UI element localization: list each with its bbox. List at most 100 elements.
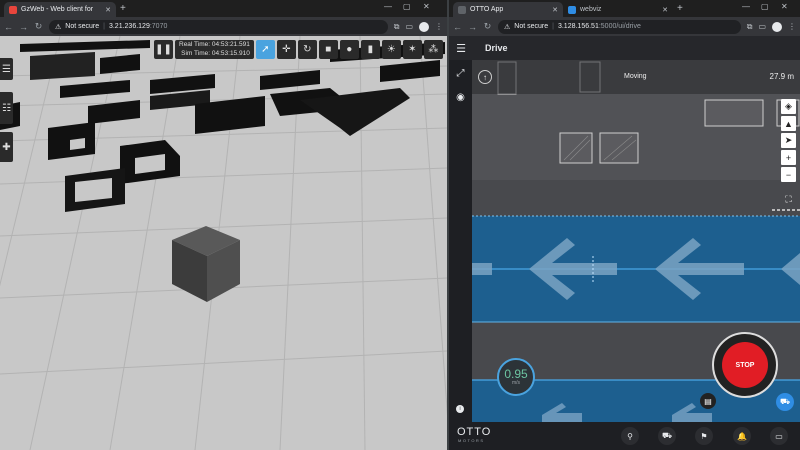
tab-title: OTTO App	[470, 6, 504, 13]
otto-logo-sub: MOTORS	[458, 438, 485, 443]
remaining-distance: 27.9 m	[769, 72, 794, 81]
robot-icon[interactable]: ⛟	[658, 427, 676, 445]
kebab-menu-icon[interactable]: ⋮	[788, 22, 796, 31]
forward-icon[interactable]: →	[468, 22, 477, 32]
tab-title: GzWeb - Web client for	[21, 6, 94, 13]
cast-icon[interactable]: ▭	[758, 22, 766, 31]
mission-log-icon[interactable]: ▤	[700, 393, 716, 409]
drive-map[interactable]: ↑ Moving 27.9 m ◈ ▲ ➤ + − ⛶ 0.95 m/s STO…	[472, 60, 800, 428]
stop-button[interactable]: STOP	[722, 342, 768, 388]
new-tab-button[interactable]: +	[677, 3, 683, 15]
right-address-row: ← → ↻ ⚠ Not secure | 3.128.156.51:5000/u…	[449, 17, 800, 36]
hamburger-menu-icon[interactable]: ☰	[449, 42, 473, 55]
kebab-menu-icon[interactable]: ⋮	[435, 22, 443, 31]
close-tab-icon[interactable]: ✕	[105, 6, 111, 14]
right-address-bar[interactable]: ⚠ Not secure | 3.128.156.51:5000/ui/driv…	[498, 19, 741, 34]
otto-app: ☰ Drive ⤢ ◉ i ↑ Moving 27.9 m ◈ ▲ ➤ + − …	[449, 36, 800, 450]
directional-light-button[interactable]: ⁂	[423, 40, 443, 59]
minimize-icon[interactable]: —	[384, 2, 392, 11]
sphere-icon: ●	[346, 44, 353, 55]
right-browser-window: OTTO App ✕ webviz ✕ + — ▢ ✕ ← → ↻ ⚠ Not …	[449, 0, 800, 450]
joystick-icon[interactable]: ⚲	[621, 427, 639, 445]
info-icon[interactable]: i	[456, 405, 464, 413]
otto-footer: OTTO MOTORS ⚲ ⛟ ⚑ 🔔 ▭	[449, 422, 800, 450]
tree-icon: ☷	[2, 102, 11, 114]
status-bar: ↑ Moving 27.9 m	[472, 60, 800, 94]
forward-icon[interactable]: →	[19, 22, 28, 32]
pause-button[interactable]: ❚❚	[154, 40, 173, 59]
avatar[interactable]	[772, 21, 782, 32]
arrow-up-icon[interactable]: ↑	[478, 70, 492, 84]
spot-light-button[interactable]: ✶	[402, 40, 422, 59]
maximize-icon[interactable]: ▢	[761, 2, 769, 11]
gzweb-toolbar: ❚❚ Real Time: 04:53:21.591 Sim Time: 04:…	[154, 39, 443, 60]
left-address-bar[interactable]: ⚠ Not secure | 3.21.236.129:7070	[49, 19, 388, 34]
reload-icon[interactable]: ↻	[483, 21, 492, 32]
cylinder-icon: ▮	[367, 44, 374, 55]
pause-icon: ❚❚	[155, 44, 172, 55]
security-label: Not secure	[514, 23, 549, 30]
url-text: 3.21.236.129:7070	[109, 23, 167, 30]
otto-header: ☰ Drive	[449, 36, 800, 60]
select-arrow-icon: ➚	[261, 44, 270, 55]
translate-icon: ✛	[282, 44, 291, 55]
page-title: Drive	[485, 43, 508, 53]
gzweb-viewport[interactable]: ❚❚ Real Time: 04:53:21.591 Sim Time: 04:…	[0, 36, 447, 450]
zoom-out-icon[interactable]: −	[781, 167, 796, 182]
separator: |	[103, 23, 105, 30]
tab-webviz[interactable]: webviz ✕	[563, 2, 673, 17]
locate-icon[interactable]: ➤	[781, 133, 796, 148]
translate-mode-button[interactable]: ✛	[276, 40, 296, 59]
point-light-button[interactable]: ☀	[381, 40, 401, 59]
real-time-label: Real Time: 04:53:21.591	[179, 41, 250, 48]
close-tab-icon[interactable]: ✕	[552, 6, 558, 14]
avatar[interactable]	[419, 21, 429, 32]
cast-icon[interactable]: ▭	[405, 22, 413, 31]
alert-icon[interactable]: 🔔	[733, 427, 751, 445]
battery-icon[interactable]: ▭	[770, 427, 788, 445]
directional-light-icon: ⁂	[428, 44, 439, 55]
otto-logo: OTTO	[457, 426, 492, 438]
extensions-icon[interactable]: ⧉	[394, 22, 400, 32]
layers-icon[interactable]: ◈	[781, 99, 796, 114]
zoom-in-icon[interactable]: +	[781, 150, 796, 165]
robot-icon[interactable]: ▲	[781, 116, 796, 131]
insert-cylinder-button[interactable]: ▮	[360, 40, 380, 59]
camera-icon[interactable]: ⛶	[781, 192, 796, 207]
robot-control-icon[interactable]: ⛟	[776, 393, 794, 411]
gzweb-insert-button[interactable]: ✚	[0, 132, 13, 162]
tab-gzweb[interactable]: GzWeb - Web client for ✕	[4, 2, 116, 17]
speed-gauge: 0.95 m/s	[497, 358, 535, 396]
stop-ring: STOP	[712, 332, 778, 398]
gzweb-menu-button[interactable]: ☰	[0, 58, 13, 80]
close-window-icon[interactable]: ✕	[781, 2, 788, 11]
path-icon[interactable]: ⤢	[453, 66, 468, 81]
back-icon[interactable]: ←	[4, 22, 13, 32]
maximize-icon[interactable]: ▢	[403, 2, 411, 11]
tab-otto-app[interactable]: OTTO App ✕	[453, 2, 563, 17]
target-icon[interactable]: ◉	[453, 90, 468, 105]
reload-icon[interactable]: ↻	[34, 21, 43, 32]
sun-icon: ☀	[386, 44, 396, 55]
select-mode-button[interactable]: ➚	[255, 40, 275, 59]
speed-value: 0.95	[504, 367, 528, 381]
robot-state: Moving	[624, 73, 647, 80]
left-browser-window: GzWeb - Web client for ✕ + — ▢ ✕ ← → ↻ ⚠…	[0, 0, 447, 450]
tab-title: webviz	[580, 6, 602, 13]
minimize-icon[interactable]: —	[742, 2, 750, 11]
rotate-icon: ↻	[303, 44, 312, 55]
new-tab-button[interactable]: +	[120, 3, 126, 15]
insert-box-button[interactable]: ■	[318, 40, 338, 59]
close-tab-icon[interactable]: ✕	[662, 6, 668, 14]
extensions-icon[interactable]: ⧉	[747, 22, 753, 32]
insert-sphere-button[interactable]: ●	[339, 40, 359, 59]
back-icon[interactable]: ←	[453, 22, 462, 32]
close-window-icon[interactable]: ✕	[423, 2, 430, 11]
sim-time-label: Sim Time: 04:53:15.910	[181, 49, 250, 57]
menu-icon: ☰	[2, 63, 11, 75]
left-tab-strip: GzWeb - Web client for ✕ + — ▢ ✕	[0, 0, 447, 17]
plus-icon: ✚	[2, 141, 11, 153]
rotate-mode-button[interactable]: ↻	[297, 40, 317, 59]
gzweb-tree-button[interactable]: ☷	[0, 92, 13, 124]
location-icon[interactable]: ⚑	[695, 427, 713, 445]
